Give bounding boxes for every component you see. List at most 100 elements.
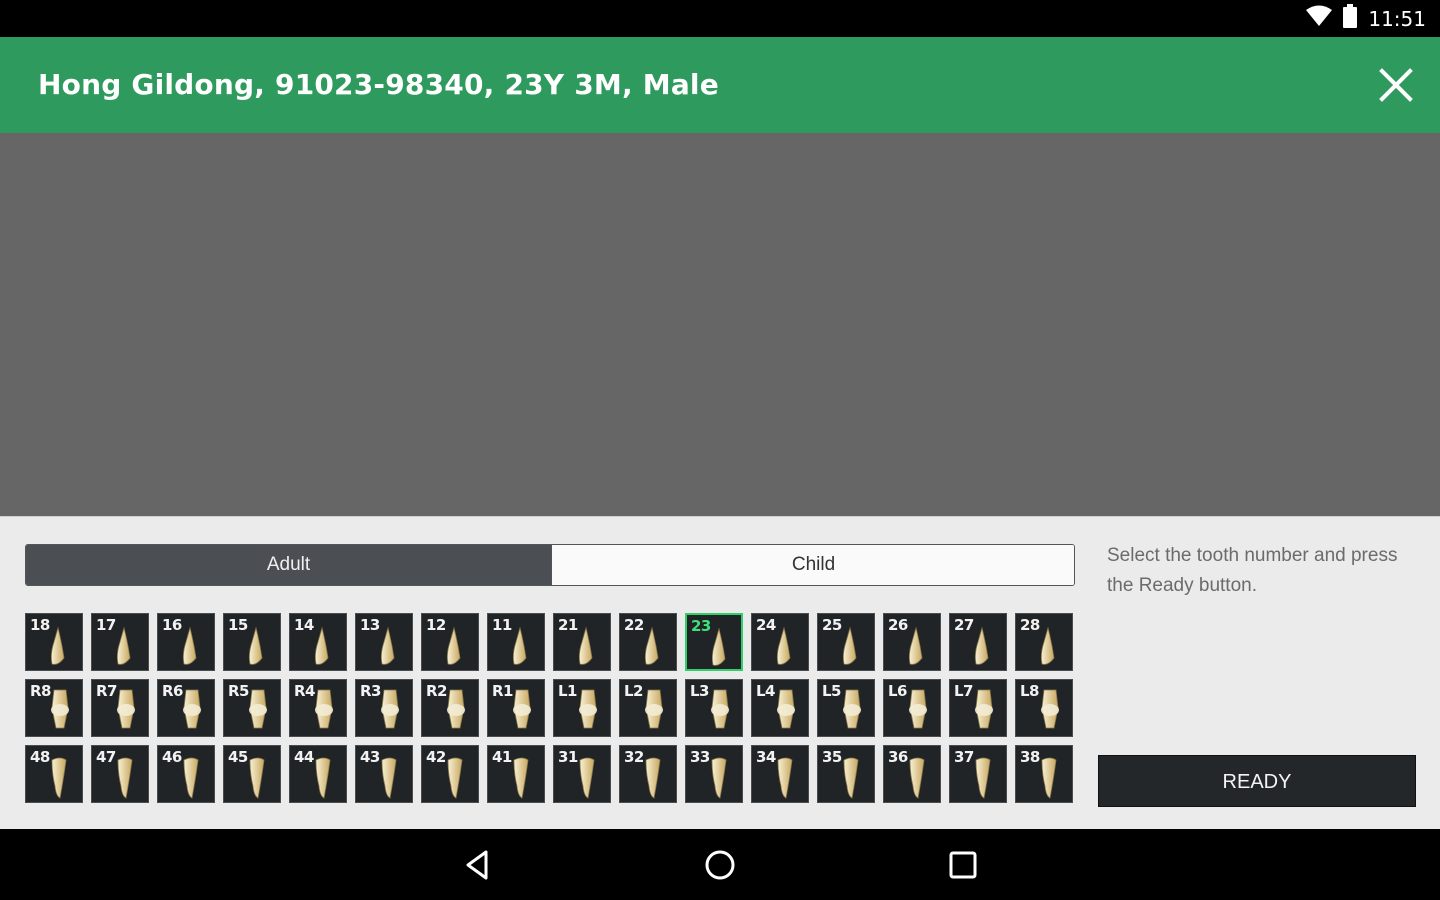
tooth-button[interactable]: R2: [421, 679, 479, 737]
recents-button[interactable]: [945, 847, 981, 883]
tooth-button[interactable]: L3: [685, 679, 743, 737]
tooth-number-label: 32: [624, 748, 644, 766]
back-icon: [466, 850, 488, 880]
patient-title: Hong Gildong, 91023-98340, 23Y 3M, Male: [38, 68, 719, 101]
navigation-bar: [0, 829, 1440, 900]
tooth-number-label: L4: [756, 682, 776, 700]
tooth-number-label: R2: [426, 682, 448, 700]
tooth-button[interactable]: 21: [553, 613, 611, 671]
tooth-button[interactable]: R4: [289, 679, 347, 737]
tooth-number-label: 35: [822, 748, 842, 766]
tooth-number-label: 41: [492, 748, 512, 766]
tooth-number-label: 23: [691, 617, 711, 635]
tooth-number-label: 31: [558, 748, 578, 766]
tooth-button[interactable]: 17: [91, 613, 149, 671]
tooth-button[interactable]: 22: [619, 613, 677, 671]
tooth-button[interactable]: 15: [223, 613, 281, 671]
battery-icon: [1342, 4, 1358, 33]
tooth-number-label: R5: [228, 682, 250, 700]
tooth-button[interactable]: R6: [157, 679, 215, 737]
tooth-button[interactable]: 48: [25, 745, 83, 803]
tooth-button[interactable]: 45: [223, 745, 281, 803]
tooth-number-label: 47: [96, 748, 116, 766]
tooth-button[interactable]: 25: [817, 613, 875, 671]
tooth-button[interactable]: 37: [949, 745, 1007, 803]
status-time: 11:51: [1368, 6, 1426, 31]
tooth-button[interactable]: 34: [751, 745, 809, 803]
tooth-number-label: 22: [624, 616, 644, 634]
tooth-button[interactable]: 47: [91, 745, 149, 803]
tooth-button[interactable]: R3: [355, 679, 413, 737]
tooth-number-label: 48: [30, 748, 50, 766]
segment-child[interactable]: Child: [551, 545, 1074, 585]
home-button[interactable]: [702, 847, 738, 883]
tooth-number-label: L8: [1020, 682, 1040, 700]
tooth-button[interactable]: R1: [487, 679, 545, 737]
tooth-button[interactable]: 41: [487, 745, 545, 803]
tooth-number-label: L1: [558, 682, 578, 700]
tooth-button[interactable]: 31: [553, 745, 611, 803]
tooth-button[interactable]: 11: [487, 613, 545, 671]
tooth-number-label: 15: [228, 616, 248, 634]
tooth-button[interactable]: 35: [817, 745, 875, 803]
tooth-number-label: 46: [162, 748, 182, 766]
tooth-number-label: 21: [558, 616, 578, 634]
tooth-button[interactable]: 13: [355, 613, 413, 671]
tooth-button[interactable]: 42: [421, 745, 479, 803]
tooth-number-label: 16: [162, 616, 182, 634]
tooth-button[interactable]: 18: [25, 613, 83, 671]
tooth-button[interactable]: 26: [883, 613, 941, 671]
ready-button[interactable]: READY: [1098, 755, 1416, 807]
close-button[interactable]: [1374, 63, 1418, 107]
tooth-button[interactable]: L6: [883, 679, 941, 737]
tooth-button[interactable]: L4: [751, 679, 809, 737]
age-segmented-control: Adult Child: [25, 544, 1075, 586]
tooth-button[interactable]: 33: [685, 745, 743, 803]
tooth-button[interactable]: L5: [817, 679, 875, 737]
tooth-number-label: 13: [360, 616, 380, 634]
tooth-number-label: 18: [30, 616, 50, 634]
tooth-number-label: L7: [954, 682, 974, 700]
tooth-number-label: 26: [888, 616, 908, 634]
tooth-button[interactable]: L1: [553, 679, 611, 737]
tooth-button[interactable]: 12: [421, 613, 479, 671]
tooth-number-label: R4: [294, 682, 316, 700]
tooth-button[interactable]: 24: [751, 613, 809, 671]
tooth-number-label: 14: [294, 616, 314, 634]
tooth-button[interactable]: R7: [91, 679, 149, 737]
back-button[interactable]: [460, 847, 496, 883]
tooth-button[interactable]: R8: [25, 679, 83, 737]
segment-adult[interactable]: Adult: [26, 545, 551, 585]
tooth-grid: 18 17 16 15 14 13 12 11 21 22 23 24 25 26 27 28 R8 R7 R6 R5…: [25, 613, 1075, 805]
tooth-button[interactable]: 46: [157, 745, 215, 803]
tooth-button[interactable]: 43: [355, 745, 413, 803]
tooth-button[interactable]: L7: [949, 679, 1007, 737]
app-toolbar: Hong Gildong, 91023-98340, 23Y 3M, Male: [0, 37, 1440, 133]
tooth-button[interactable]: 32: [619, 745, 677, 803]
tooth-number-label: R1: [492, 682, 514, 700]
tooth-number-label: 27: [954, 616, 974, 634]
tooth-button[interactable]: L2: [619, 679, 677, 737]
tooth-button[interactable]: 27: [949, 613, 1007, 671]
tooth-button[interactable]: 23: [685, 613, 743, 671]
tooth-number-label: 33: [690, 748, 710, 766]
tooth-button[interactable]: 44: [289, 745, 347, 803]
tooth-number-label: R8: [30, 682, 52, 700]
tooth-number-label: 25: [822, 616, 842, 634]
tooth-number-label: R7: [96, 682, 118, 700]
tooth-number-label: 42: [426, 748, 446, 766]
tooth-button[interactable]: R5: [223, 679, 281, 737]
wifi-icon: [1306, 5, 1333, 32]
tooth-number-label: 12: [426, 616, 446, 634]
tooth-button[interactable]: 16: [157, 613, 215, 671]
tooth-button[interactable]: 28: [1015, 613, 1073, 671]
tooth-number-label: 37: [954, 748, 974, 766]
tooth-button[interactable]: 14: [289, 613, 347, 671]
tooth-button[interactable]: 38: [1015, 745, 1073, 803]
tooth-number-label: 43: [360, 748, 380, 766]
tooth-button[interactable]: 36: [883, 745, 941, 803]
instruction-text: Select the tooth number and press the Re…: [1107, 545, 1398, 596]
tooth-number-label: L5: [822, 682, 842, 700]
tooth-number-label: L3: [690, 682, 710, 700]
tooth-button[interactable]: L8: [1015, 679, 1073, 737]
